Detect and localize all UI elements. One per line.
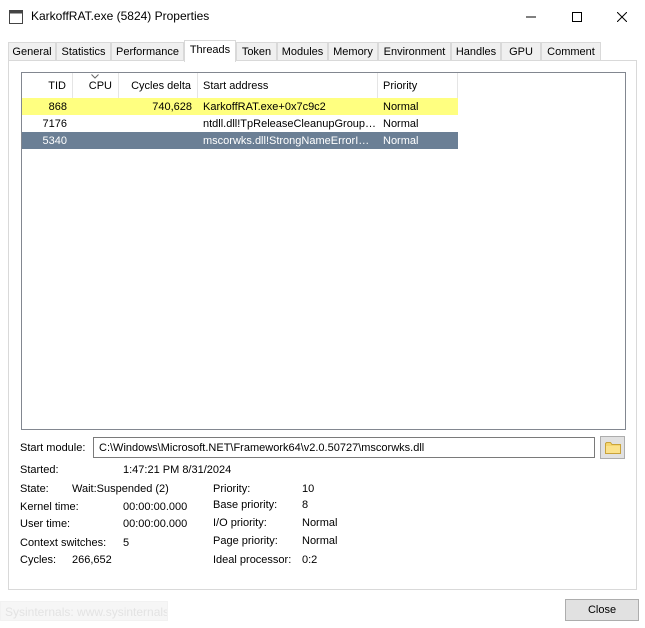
cell-priority: Normal [383,135,419,147]
tab-performance[interactable]: Performance [111,42,184,61]
close-window-button[interactable] [599,0,645,33]
io-priority-label: I/O priority: [213,517,267,529]
maximize-icon [572,11,582,22]
cell-priority: Normal [383,118,419,130]
cell-cycles-delta [119,115,198,132]
io-priority-value: Normal [302,517,338,529]
table-row[interactable]: 7176 ntdll.dll!TpReleaseCleanupGroup… No… [22,115,458,132]
maximize-button[interactable] [554,0,600,33]
threads-list[interactable]: TID CPU Cycles delta Start address Prior… [21,72,626,430]
base-priority-value: 8 [302,499,309,511]
state-value: Wait:Suspended (2) [72,483,169,495]
browse-module-button[interactable] [600,436,625,459]
cell-tid: 868 [48,101,67,113]
tab-handles[interactable]: Handles [451,42,501,61]
cell-tid: 7176 [42,118,67,130]
app-window-icon [9,10,23,24]
base-priority-label: Base priority: [213,499,278,511]
table-row-selected[interactable]: 5340 mscorwks.dll!StrongNameErrorI… Norm… [22,132,458,149]
tab-strip: General Statistics Performance Threads T… [0,40,645,62]
start-module-field[interactable]: C:\Windows\Microsoft.NET\Framework64\v2.… [93,437,595,458]
minimize-button[interactable] [508,0,554,33]
window-title: KarkoffRAT.exe (5824) Properties [31,9,210,23]
tab-memory[interactable]: Memory [328,42,378,61]
priority-value: 10 [302,483,315,495]
kernel-time-value: 00:00:00.000 [123,501,188,513]
close-button[interactable]: Close [565,599,639,621]
cell-cpu [73,115,119,132]
column-header-start-address[interactable]: Start address [198,73,378,98]
started-value: 1:47:21 PM 8/31/2024 [123,464,232,476]
cell-cycles-delta: 740,628 [152,101,192,113]
context-switches-value: 5 [123,537,130,549]
started-label: Started: [20,464,59,476]
cell-cpu [73,132,119,149]
cell-start-address: mscorwks.dll!StrongNameErrorI… [203,135,370,147]
sort-caret-icon [91,74,99,79]
tab-general[interactable]: General [8,42,56,61]
state-label: State: [20,483,49,495]
minimize-icon [526,16,536,17]
column-header-cycles-delta[interactable]: Cycles delta [119,73,198,98]
cell-priority: Normal [383,101,419,113]
cell-tid: 5340 [42,135,67,147]
tab-gpu[interactable]: GPU [501,42,541,61]
tab-environment[interactable]: Environment [378,42,451,61]
cell-cycles-delta [119,132,198,149]
context-switches-label: Context switches: [20,537,107,549]
cell-start-address: ntdll.dll!TpReleaseCleanupGroup… [203,118,377,130]
tab-token[interactable]: Token [236,42,277,61]
tab-modules[interactable]: Modules [277,42,328,61]
sysinternals-watermark: Sysinternals: www.sysinternals.com [0,601,168,621]
kernel-time-label: Kernel time: [20,501,79,513]
start-module-label: Start module: [20,442,86,454]
folder-icon [604,442,621,454]
ideal-processor-value: 0:2 [302,554,318,566]
priority-label: Priority: [213,483,251,495]
tab-statistics[interactable]: Statistics [56,42,111,61]
tab-threads[interactable]: Threads [184,40,236,62]
user-time-value: 00:00:00.000 [123,518,188,530]
table-row[interactable]: 868 740,628 KarkoffRAT.exe+0x7c9c2 Norma… [22,98,458,115]
ideal-processor-label: Ideal processor: [213,554,292,566]
user-time-label: User time: [20,518,71,530]
tab-comment[interactable]: Comment [541,42,601,61]
cycles-label: Cycles: [20,554,57,566]
column-header-tid[interactable]: TID [22,73,73,98]
page-priority-label: Page priority: [213,535,278,547]
cycles-value: 266,652 [72,554,112,566]
cell-cpu [73,98,119,115]
column-header-priority[interactable]: Priority [378,73,458,98]
close-icon [617,11,627,22]
cell-start-address: KarkoffRAT.exe+0x7c9c2 [203,101,326,113]
title-bar: KarkoffRAT.exe (5824) Properties [0,0,645,33]
threads-list-header: TID CPU Cycles delta Start address Prior… [22,73,625,98]
page-priority-value: Normal [302,535,338,547]
